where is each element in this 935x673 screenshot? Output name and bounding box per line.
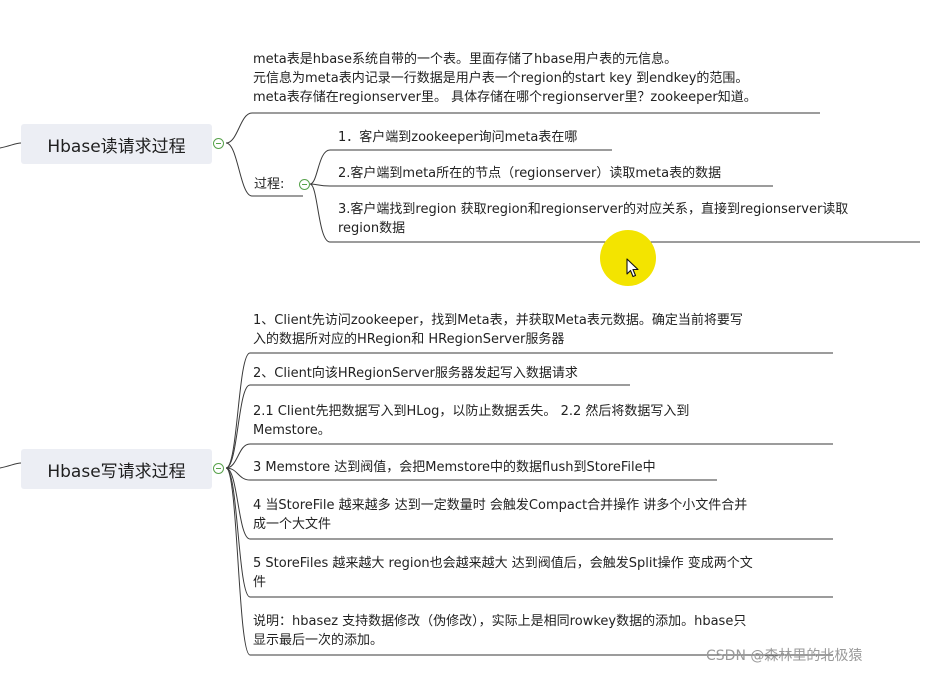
read-collapse-icon[interactable]	[213, 138, 224, 149]
write-item-6-line-2: 件	[253, 575, 267, 590]
write-item-2-line-1: 2、Client向该HRegionServer服务器发起写入数据请求	[253, 366, 578, 381]
read-step-3-line-1: 3.客户端找到region 获取region和regionserver的对应关系…	[338, 202, 849, 217]
process-collapse-icon[interactable]	[299, 179, 310, 190]
watermark: CSDN @森林里的北极猿	[706, 648, 863, 664]
write-item-5-line-2: 成一个大文件	[253, 517, 332, 532]
write-item-6-line-1: 5 StoreFiles 越来越大 region也会越来越大 达到阀值后，会触发…	[253, 556, 753, 571]
write-item-4: 3 Memstore 达到阀值，会把Memstore中的数据flush到Stor…	[253, 458, 656, 477]
write-item-1-line-1: 1、Client先访问zookeeper，找到Meta表，并获取Meta表元数据…	[253, 313, 743, 328]
write-item-3: 2.1 Client先把数据写入到HLog，以防止数据丢失。 2.2 然后将数据…	[253, 402, 689, 440]
write-note-line-2: 显示最后一次的添加。	[253, 633, 384, 648]
write-note: 说明：hbasez 支持数据修改（伪修改），实际上是相同rowkey数据的添加。…	[253, 612, 746, 650]
read-topic[interactable]: Hbase读请求过程	[21, 124, 212, 164]
write-item-5-line-1: 4 当StoreFile 越来越多 达到一定数量时 会触发Compact合并操作…	[253, 498, 748, 513]
write-item-1-line-2: 入的数据所对应的HRegion和 HRegionServer服务器	[253, 332, 565, 347]
write-note-line-1: 说明：hbasez 支持数据修改（伪修改），实际上是相同rowkey数据的添加。…	[253, 614, 747, 629]
meta-desc-line-2: 元信息为meta表内记录一行数据是用户表一个region的start key 到…	[253, 71, 749, 86]
write-item-5: 4 当StoreFile 越来越多 达到一定数量时 会触发Compact合并操作…	[253, 496, 747, 534]
read-topic-label: Hbase读请求过程	[47, 136, 186, 157]
read-step-3-line-2: region数据	[338, 221, 406, 236]
write-item-4-line-1: 3 Memstore 达到阀值，会把Memstore中的数据flush到Stor…	[253, 460, 656, 475]
write-topic-label: Hbase写请求过程	[47, 461, 186, 482]
read-step-1: 1．客户端到zookeeper询问meta表在哪	[338, 128, 577, 147]
write-item-3-line-2: Memstore。	[253, 423, 331, 438]
read-step-2: 2.客户端到meta所在的节点（regionserver）读取meta表的数据	[338, 164, 721, 183]
meta-desc-line-1: meta表是hbase系统自带的一个表。里面存储了hbase用户表的元信息。	[253, 52, 678, 67]
write-item-3-line-1: 2.1 Client先把数据写入到HLog，以防止数据丢失。 2.2 然后将数据…	[253, 404, 690, 419]
write-item-2: 2、Client向该HRegionServer服务器发起写入数据请求	[253, 364, 578, 383]
read-step-1-line-1: 1．客户端到zookeeper询问meta表在哪	[338, 130, 578, 145]
read-step-2-line-1: 2.客户端到meta所在的节点（regionserver）读取meta表的数据	[338, 166, 722, 181]
meta-desc-line-3: meta表存储在regionserver里。 具体存储在哪个regionserv…	[253, 90, 757, 105]
mouse-pointer-icon	[626, 258, 639, 278]
write-topic[interactable]: Hbase写请求过程	[21, 449, 212, 489]
write-item-1: 1、Client先访问zookeeper，找到Meta表，并获取Meta表元数据…	[253, 311, 743, 349]
read-step-3: 3.客户端找到region 获取region和regionserver的对应关系…	[338, 200, 848, 238]
write-collapse-icon[interactable]	[213, 463, 224, 474]
write-item-6: 5 StoreFiles 越来越大 region也会越来越大 达到阀值后，会触发…	[253, 554, 753, 592]
process-label: 过程:	[254, 177, 285, 192]
meta-description: meta表是hbase系统自带的一个表。里面存储了hbase用户表的元信息。 元…	[253, 50, 757, 107]
